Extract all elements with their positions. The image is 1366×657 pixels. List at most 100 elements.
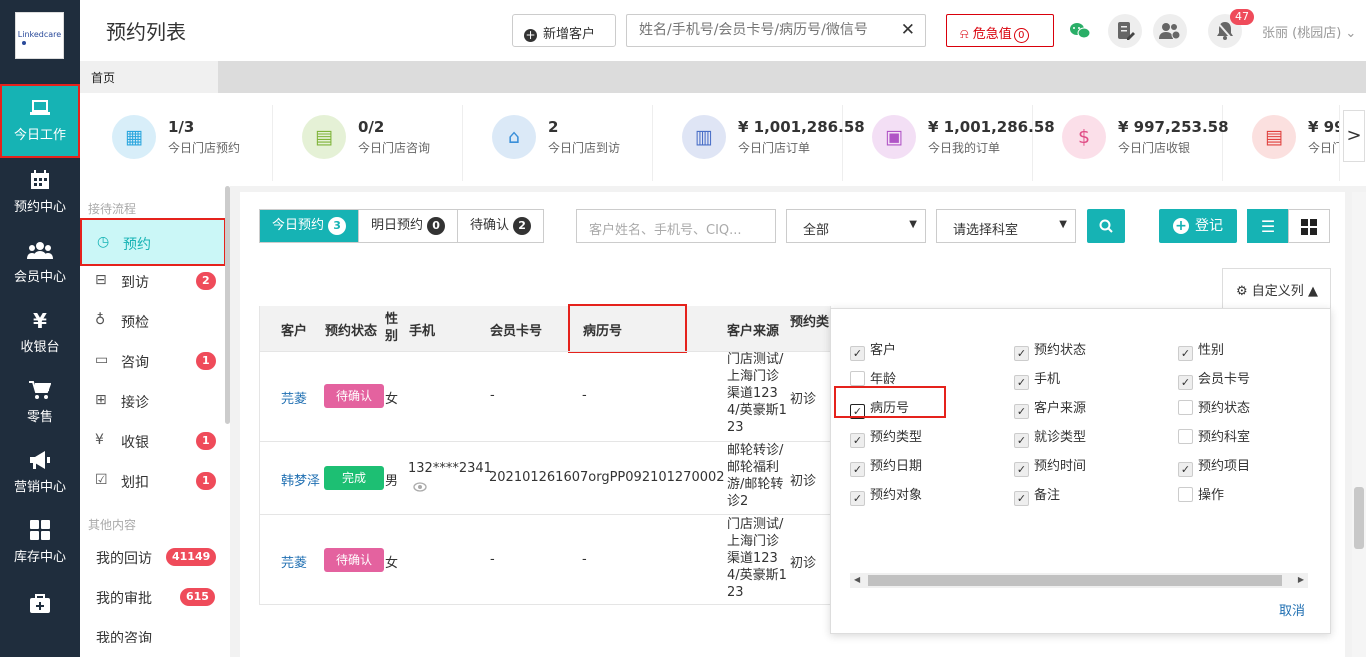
subnav-item-deduct[interactable]: ☑ 划扣 1: [80, 463, 226, 499]
scroll-thumb[interactable]: [1354, 487, 1364, 549]
clear-icon[interactable]: ✕: [901, 20, 915, 40]
subnav-item-visit[interactable]: ⊟ 到访 2: [80, 263, 226, 299]
global-search-input[interactable]: [639, 22, 889, 38]
column-option[interactable]: ✓ 会员卡号: [1178, 368, 1298, 390]
column-option[interactable]: ✓ 客户: [850, 339, 970, 361]
checkbox[interactable]: [1178, 487, 1193, 502]
medkit-icon: ⊞: [95, 392, 107, 408]
stat-card[interactable]: ⌂ 2 今日门店到访: [470, 105, 653, 181]
nav-appointment-center[interactable]: 预约中心: [0, 158, 80, 228]
tab-count: 0: [427, 217, 446, 235]
subnav-item-my-followup[interactable]: 我的回访 41149: [80, 539, 226, 575]
nav-marketing-center[interactable]: 营销中心: [0, 438, 80, 508]
tab-pending[interactable]: 待确认 2: [458, 210, 543, 242]
tab-label: 今日预约: [272, 218, 325, 233]
column-option[interactable]: ✓ 预约状态: [1014, 339, 1134, 361]
next-arrow-icon[interactable]: >: [1343, 110, 1365, 162]
appointment-search-input[interactable]: 客户姓名、手机号、CIQ...: [576, 209, 776, 243]
column-option[interactable]: ✓ 预约类型: [850, 426, 970, 448]
stat-card[interactable]: ▦ 1/3 今日门店预约: [90, 105, 273, 181]
popup-horizontal-scrollbar[interactable]: ◀ ▶: [850, 573, 1308, 588]
list-view-icon[interactable]: ☰: [1247, 209, 1289, 243]
column-option[interactable]: ✓ 备注: [1014, 484, 1134, 506]
checkbox[interactable]: [850, 371, 865, 386]
checkbox[interactable]: [1178, 429, 1193, 444]
checkbox[interactable]: ✓: [850, 433, 865, 448]
status-select[interactable]: 全部 ▼: [786, 209, 926, 243]
stat-card[interactable]: ▣ ¥ 1,001,286.58 今日我的订单: [850, 105, 1055, 181]
nav-inventory-center[interactable]: 库存中心: [0, 508, 80, 578]
checkbox[interactable]: ✓: [850, 346, 865, 361]
tab-home[interactable]: 首页: [80, 61, 218, 93]
app-logo[interactable]: Linkedcare: [15, 12, 64, 59]
checkbox[interactable]: [1178, 400, 1193, 415]
nav-today-work[interactable]: 今日工作: [0, 84, 80, 158]
scroll-thumb[interactable]: [868, 575, 1282, 586]
customer-link[interactable]: 韩梦泽: [281, 470, 320, 489]
danger-value-button[interactable]: ⍾ 危急值 0: [946, 14, 1054, 47]
tab-today[interactable]: 今日预约 3: [260, 210, 360, 242]
column-option[interactable]: ✓ 预约对象: [850, 484, 970, 506]
stat-card[interactable]: ▤ 0/2 今日门店咨询: [280, 105, 463, 181]
grid-view-icon[interactable]: [1288, 209, 1330, 243]
subnav-label: 划扣: [121, 475, 149, 491]
custom-columns-button[interactable]: ⚙ 自定义列 ▲: [1222, 268, 1331, 308]
column-option[interactable]: ✓ 手机: [1014, 368, 1134, 390]
subnav-item-precheck[interactable]: ♁ 预检: [80, 303, 226, 339]
column-option[interactable]: ✓ 预约时间: [1014, 455, 1134, 477]
group-settings-icon[interactable]: [1153, 14, 1187, 48]
subnav-item-reception[interactable]: ⊞ 接诊: [80, 383, 226, 419]
column-option[interactable]: ✓ 就诊类型: [1014, 426, 1134, 448]
col-header-customer: 客户: [281, 324, 308, 339]
stat-card[interactable]: $ ¥ 997,253.58 今日门店收银: [1040, 105, 1229, 181]
stat-card[interactable]: ▤ ¥ 99 今日门: [1230, 105, 1340, 181]
subnav-label: 预检: [121, 315, 149, 331]
column-option[interactable]: 预约状态: [1178, 397, 1298, 417]
subnav-item-appointment[interactable]: ◷ 预约: [80, 218, 226, 266]
checkbox[interactable]: ✓: [1178, 462, 1193, 477]
column-option[interactable]: 预约科室: [1178, 426, 1298, 446]
column-option[interactable]: ✓ 客户来源: [1014, 397, 1134, 419]
subnav-item-my-approval[interactable]: 我的审批 615: [80, 579, 226, 615]
checkbox[interactable]: ✓: [1014, 433, 1029, 448]
add-customer-button[interactable]: + 新增客户: [512, 14, 616, 47]
eye-icon[interactable]: [413, 481, 427, 495]
subnav-scrollbar[interactable]: [225, 186, 230, 424]
nav-member-center[interactable]: 会员中心: [0, 228, 80, 298]
checkbox[interactable]: ✓: [1014, 491, 1029, 506]
column-option[interactable]: ✓ 预约项目: [1178, 455, 1298, 477]
nav-cashier[interactable]: ¥ 收银台: [0, 298, 80, 368]
checkbox[interactable]: ✓: [1014, 346, 1029, 361]
checkbox[interactable]: ✓: [850, 491, 865, 506]
column-option[interactable]: ✓ 性别: [1178, 339, 1298, 361]
column-option[interactable]: ✓ 预约日期: [850, 455, 970, 477]
calendar-check-icon: ▦: [112, 115, 156, 159]
nav-retail[interactable]: 零售: [0, 368, 80, 438]
stat-card[interactable]: ▥ ¥ 1,001,286.58 今日门店订单: [660, 105, 865, 181]
user-menu[interactable]: 张丽 (桃园店) ⌄: [1262, 22, 1356, 41]
subnav-label: 咨询: [121, 355, 149, 371]
cancel-button[interactable]: 取消: [1279, 600, 1305, 619]
checkbox[interactable]: ✓: [1178, 346, 1193, 361]
subnav-item-cashier[interactable]: ¥ 收银 1: [80, 423, 226, 459]
column-option[interactable]: 年龄: [850, 368, 970, 388]
register-button[interactable]: + 登记: [1159, 209, 1237, 243]
customer-link[interactable]: 芫菱: [281, 552, 307, 571]
gender-cell: 男: [385, 474, 399, 489]
checkbox[interactable]: ✓: [1014, 462, 1029, 477]
subnav-item-my-consult[interactable]: 我的咨询: [80, 619, 226, 643]
search-button[interactable]: [1087, 209, 1125, 243]
tab-tomorrow[interactable]: 明日预约 0: [359, 210, 459, 242]
checkbox[interactable]: ✓: [850, 462, 865, 477]
department-select[interactable]: 请选择科室 ▼: [936, 209, 1076, 243]
subnav-item-consult[interactable]: ▭ 咨询 1: [80, 343, 226, 379]
column-option[interactable]: 操作: [1178, 484, 1298, 504]
checkbox[interactable]: ✓: [1014, 375, 1029, 390]
main-scrollbar[interactable]: [1352, 192, 1366, 657]
nav-medical[interactable]: [0, 582, 80, 632]
checkbox[interactable]: ✓: [1178, 375, 1193, 390]
checkbox[interactable]: ✓: [1014, 404, 1029, 419]
wechat-icon[interactable]: [1063, 14, 1097, 48]
form-icon[interactable]: [1108, 14, 1142, 48]
customer-link[interactable]: 芫菱: [281, 388, 307, 407]
